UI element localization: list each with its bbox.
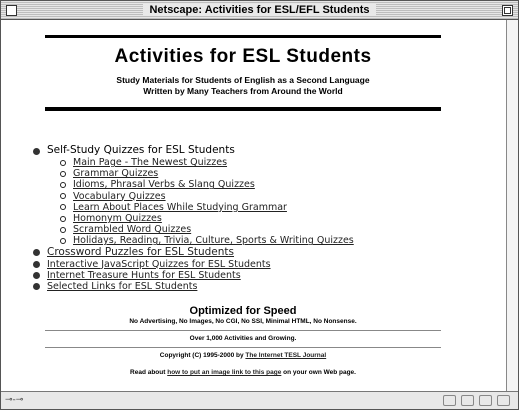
zoom-box-icon[interactable]: [502, 5, 513, 16]
circle-bullet-icon: [60, 215, 66, 222]
top-rule: [45, 35, 441, 38]
circle-bullet-icon: [60, 204, 66, 211]
list-item-self-study: Self-Study Quizzes for ESL Students: [33, 145, 354, 157]
list-item: Homonym Quizzes: [60, 213, 354, 224]
status-icons: [443, 395, 510, 406]
list-item: Scrambled Word Quizzes: [60, 224, 354, 235]
circle-bullet-icon: [60, 181, 66, 188]
list-item: Main Page - The Newest Quizzes: [60, 157, 354, 168]
link-javascript-quizzes[interactable]: Interactive JavaScript Quizzes for ESL S…: [47, 259, 271, 270]
divider: [45, 330, 441, 331]
news-icon[interactable]: [479, 395, 492, 406]
link-selected-links[interactable]: Selected Links for ESL Students: [47, 281, 197, 292]
composer-icon[interactable]: [497, 395, 510, 406]
subtitle-line-1: Study Materials for Students of English …: [116, 75, 370, 85]
connection-status-icon: ⊸-⊸: [5, 395, 24, 405]
status-bar: ⊸-⊸: [1, 391, 518, 409]
list-item: Holidays, Reading, Trivia, Culture, Spor…: [60, 235, 354, 246]
circle-bullet-icon: [60, 170, 66, 177]
list-item: Crossword Puzzles for ESL Students: [33, 246, 354, 259]
copyright-notice: Copyright (C) 1995-2000 by The Internet …: [45, 352, 441, 359]
self-study-sublist: Main Page - The Newest Quizzes Grammar Q…: [60, 157, 354, 247]
list-item: Interactive JavaScript Quizzes for ESL S…: [33, 259, 354, 270]
divider: [45, 347, 441, 348]
link-tesl-journal[interactable]: The Internet TESL Journal: [245, 352, 326, 359]
read-about-suffix: on your own Web page.: [281, 369, 356, 376]
security-icon[interactable]: [443, 395, 456, 406]
mail-icon[interactable]: [461, 395, 474, 406]
banner: Activities for ESL Students Study Materi…: [45, 35, 441, 129]
vertical-scrollbar[interactable]: [506, 20, 518, 392]
bullet-icon: [33, 260, 40, 268]
link-homonym-quizzes[interactable]: Homonym Quizzes: [73, 213, 162, 224]
page-content: Activities for ESL Students Study Materi…: [1, 20, 507, 392]
page-title: Activities for ESL Students: [114, 46, 372, 67]
list-item: Selected Links for ESL Students: [33, 281, 354, 292]
read-about-text: Read about: [130, 369, 168, 376]
subtitle-line-2: Written by Many Teachers from Around the…: [143, 86, 343, 96]
browser-window: Netscape: Activities for ESL/EFL Student…: [0, 0, 519, 410]
bullet-icon: [33, 249, 40, 256]
link-idioms-quizzes[interactable]: Idioms, Phrasal Verbs & Slang Quizzes: [73, 179, 255, 190]
circle-bullet-icon: [60, 226, 66, 233]
bottom-rule-thick: [45, 108, 441, 111]
list-item: Vocabulary Quizzes: [60, 191, 354, 202]
link-learn-about-places[interactable]: Learn About Places While Studying Gramma…: [73, 202, 287, 213]
link-scrambled-word-quizzes[interactable]: Scrambled Word Quizzes: [73, 224, 191, 235]
list-item: Learn About Places While Studying Gramma…: [60, 202, 354, 213]
page-subtitle: Study Materials for Students of English …: [45, 75, 441, 97]
circle-bullet-icon: [60, 237, 66, 244]
activities-menu: Self-Study Quizzes for ESL Students Main…: [33, 145, 354, 292]
link-vocabulary-quizzes[interactable]: Vocabulary Quizzes: [73, 191, 166, 202]
bullet-icon: [33, 271, 40, 279]
link-treasure-hunts[interactable]: Internet Treasure Hunts for ESL Students: [47, 270, 241, 281]
link-grammar-quizzes[interactable]: Grammar Quizzes: [73, 168, 158, 179]
list-item: Internet Treasure Hunts for ESL Students: [33, 270, 354, 281]
link-image-link-howto[interactable]: how to put an image link to this page: [167, 369, 281, 376]
title-bar[interactable]: Netscape: Activities for ESL/EFL Student…: [1, 1, 518, 20]
link-crossword-puzzles[interactable]: Crossword Puzzles for ESL Students: [47, 246, 234, 258]
copyright-text: Copyright (C) 1995-2000 by: [159, 352, 246, 359]
link-holidays-reading-quizzes[interactable]: Holidays, Reading, Trivia, Culture, Spor…: [73, 235, 354, 246]
link-main-page[interactable]: Main Page - The Newest Quizzes: [73, 157, 227, 168]
optimized-heading: Optimized for Speed: [189, 305, 297, 317]
self-study-heading: Self-Study Quizzes for ESL Students: [47, 144, 235, 157]
bullet-icon: [33, 147, 40, 155]
image-link-note: Read about how to put an image link to t…: [45, 369, 441, 376]
activities-count: Over 1,000 Activities and Growing.: [189, 335, 297, 342]
optimized-description: No Advertising, No Images, No CGI, No SS…: [129, 318, 357, 325]
circle-bullet-icon: [60, 159, 66, 166]
circle-bullet-icon: [60, 193, 66, 200]
list-item: Grammar Quizzes: [60, 168, 354, 179]
list-item: Idioms, Phrasal Verbs & Slang Quizzes: [60, 179, 354, 190]
window-title: Netscape: Activities for ESL/EFL Student…: [1, 4, 518, 16]
page-footer: Optimized for Speed No Advertising, No I…: [45, 305, 441, 376]
bullet-icon: [33, 282, 40, 290]
